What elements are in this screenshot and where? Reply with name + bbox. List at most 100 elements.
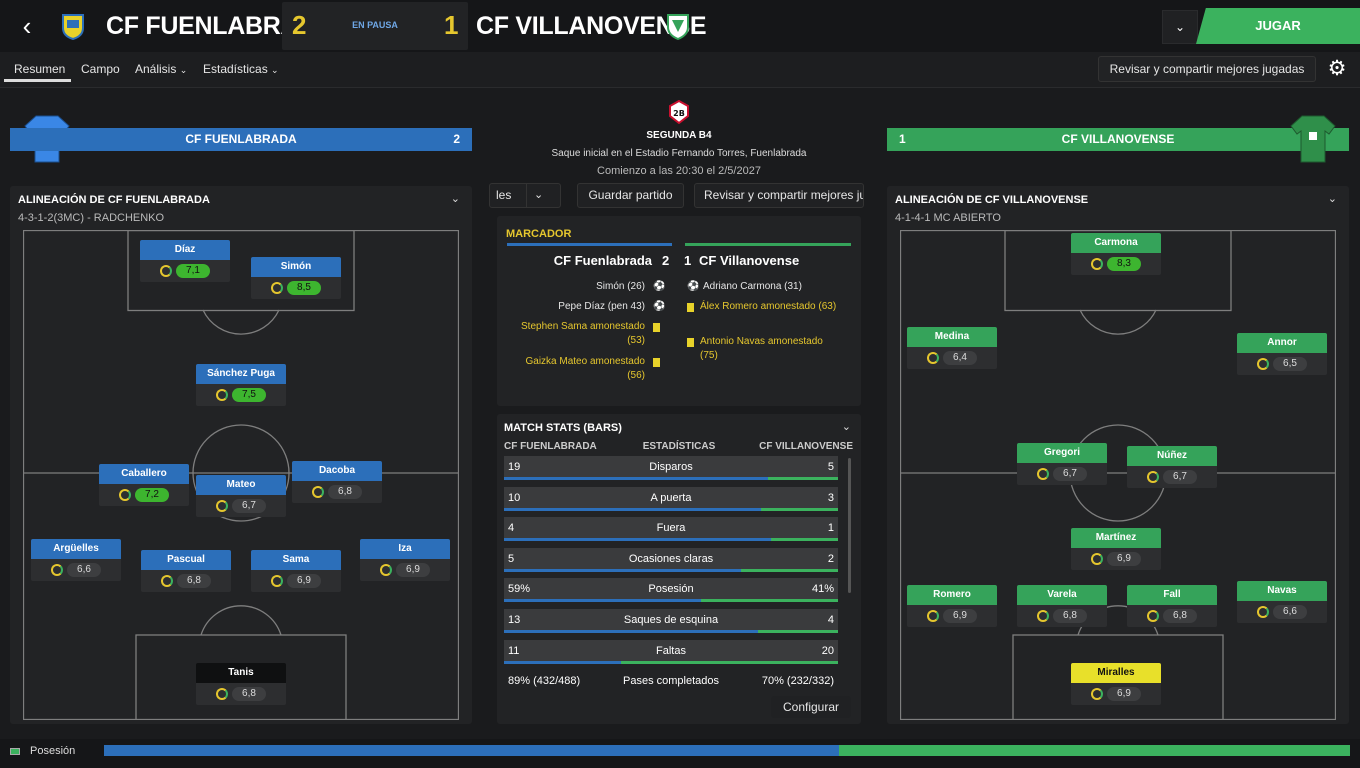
stat-away-bar: [741, 568, 838, 572]
chevron-down-icon[interactable]: ⌄: [451, 192, 460, 205]
player-card[interactable]: Iza 6,9: [360, 539, 450, 581]
stat-home-value: 10: [508, 491, 521, 504]
player-rating: 6,6: [67, 563, 101, 577]
gear-icon[interactable]: ⚙: [1322, 56, 1352, 82]
tab-resumen[interactable]: Resumen: [14, 62, 65, 76]
goal-ball-icon: ⚽: [653, 281, 666, 292]
player-card[interactable]: Mateo 6,7: [196, 475, 286, 517]
player-rating-row: 6,6: [31, 559, 121, 581]
away-lineup-panel: ALINEACIÓN DE CF VILLANOVENSE ⌄ 4-1-4-1 …: [887, 186, 1349, 724]
rating-trend-icon: [1257, 358, 1269, 370]
home-formation: 4-3-1-2(3MC) - RADCHENKO: [18, 212, 165, 224]
scoreboard-home-team: CF Fuenlabrada: [553, 253, 652, 268]
competition-logo-icon: 2B: [669, 100, 689, 124]
rating-trend-icon: [927, 610, 939, 622]
player-card[interactable]: Argüelles 6,6: [31, 539, 121, 581]
configure-button[interactable]: Configurar: [771, 696, 851, 718]
player-card[interactable]: Medina 6,4: [907, 327, 997, 369]
stat-away-value: 5: [827, 461, 834, 473]
rating-trend-icon: [216, 500, 228, 512]
player-rating: 6,9: [1107, 687, 1141, 701]
player-card[interactable]: Caballero 7,2: [99, 464, 189, 506]
event-text: Adriano Carmona (31): [703, 281, 802, 292]
player-rating: 6,5: [1273, 357, 1307, 371]
player-name: Varela: [1017, 585, 1107, 605]
stat-label: Saques de esquina: [623, 614, 719, 626]
match-event: ⚽ Adriano Carmona (31): [687, 280, 852, 294]
yellow-card-icon: [653, 323, 660, 332]
player-card[interactable]: Martínez 6,9: [1071, 528, 1161, 570]
player-rating-row: 7,1: [140, 260, 230, 282]
player-name: Iza: [360, 539, 450, 559]
rating-trend-icon: [51, 564, 63, 576]
player-card[interactable]: Varela 6,8: [1017, 585, 1107, 627]
chevron-down-icon: ⌄: [271, 65, 279, 75]
stat-row: Fuera 4 1: [504, 517, 838, 542]
player-card[interactable]: Romero 6,9: [907, 585, 997, 627]
player-name: Martínez: [1071, 528, 1161, 548]
player-name: Mateo: [196, 475, 286, 495]
player-card[interactable]: Navas 6,6: [1237, 581, 1327, 623]
tab-estadisticas[interactable]: Estadísticas ⌄: [203, 62, 279, 76]
player-card[interactable]: Fall 6,8: [1127, 585, 1217, 627]
rating-trend-icon: [216, 389, 228, 401]
player-name: Sánchez Puga: [196, 364, 286, 384]
chevron-down-icon[interactable]: ⌄: [842, 420, 851, 433]
share-highlights-button-center[interactable]: Revisar y compartir mejores ju: [694, 183, 864, 208]
player-card[interactable]: Carmona 8,3: [1071, 233, 1161, 275]
player-card[interactable]: Núñez 6,7: [1127, 446, 1217, 488]
yellow-card-icon: [687, 338, 694, 347]
player-card[interactable]: Sánchez Puga 7,5: [196, 364, 286, 406]
chevron-down-icon[interactable]: ⌄: [1328, 192, 1337, 205]
player-card[interactable]: Díaz 7,1: [140, 240, 230, 282]
save-match-button[interactable]: Guardar partido: [577, 183, 684, 208]
stats-scrollbar[interactable]: [848, 458, 851, 593]
stat-home-value: 5: [508, 552, 515, 565]
goal-ball-icon: ⚽: [687, 281, 700, 292]
away-crest-icon: [667, 14, 689, 40]
player-rating-row: 7,5: [196, 384, 286, 406]
player-rating-row: 6,5: [1237, 353, 1327, 375]
player-card[interactable]: Pascual 6,8: [141, 550, 231, 592]
player-rating: 6,9: [943, 609, 977, 623]
play-button[interactable]: JUGAR: [1196, 8, 1360, 44]
tab-analisis[interactable]: Análisis ⌄: [135, 62, 187, 76]
stat-home-value: 4: [508, 522, 515, 535]
player-rating-row: 6,4: [907, 347, 997, 369]
back-arrow-icon[interactable]: ‹: [14, 12, 40, 40]
stat-home-value: 59%: [508, 583, 531, 596]
stat-away-bar: [701, 599, 838, 603]
player-card[interactable]: Gregori 6,7: [1017, 443, 1107, 485]
active-tab-indicator: [4, 79, 71, 82]
player-card[interactable]: Dacoba 6,8: [292, 461, 382, 503]
play-options-dropdown[interactable]: ⌄: [1162, 10, 1198, 44]
match-event: Álex Romero amonestado (63): [687, 300, 852, 314]
player-rating-row: 6,9: [251, 570, 341, 592]
rating-trend-icon: [1091, 258, 1103, 270]
player-card[interactable]: Annor 6,5: [1237, 333, 1327, 375]
player-rating: 6,9: [287, 574, 321, 588]
player-rating-row: 6,7: [1127, 466, 1217, 488]
player-rating-row: 6,8: [292, 481, 382, 503]
player-card[interactable]: Simón 8,5: [251, 257, 341, 299]
player-card[interactable]: Tanis 6,8: [196, 663, 286, 705]
player-name: Romero: [907, 585, 997, 605]
player-card[interactable]: Miralles 6,9: [1071, 663, 1161, 705]
stat-home-bar: [504, 660, 621, 664]
player-card[interactable]: Sama 6,9: [251, 550, 341, 592]
chevron-down-icon: ⌄: [534, 189, 544, 201]
stat-away-bar: [771, 538, 838, 542]
tab-campo[interactable]: Campo: [81, 62, 120, 76]
stat-away-value: 4: [827, 614, 834, 626]
player-name: Simón: [251, 257, 341, 277]
stat-row: Ocasiones claras 5 2: [504, 547, 838, 572]
highlights-filter-dropdown[interactable]: les ⌄: [489, 183, 561, 208]
chevron-down-icon: ⌄: [179, 65, 188, 75]
player-rating: 6,9: [396, 563, 430, 577]
player-rating: 7,1: [176, 264, 210, 278]
possession-icon: [10, 748, 20, 755]
stat-away-value: 1: [827, 522, 834, 535]
player-rating-row: 7,2: [99, 484, 189, 506]
share-highlights-button[interactable]: Revisar y compartir mejores jugadas: [1098, 56, 1316, 82]
player-rating: 7,2: [135, 488, 169, 502]
